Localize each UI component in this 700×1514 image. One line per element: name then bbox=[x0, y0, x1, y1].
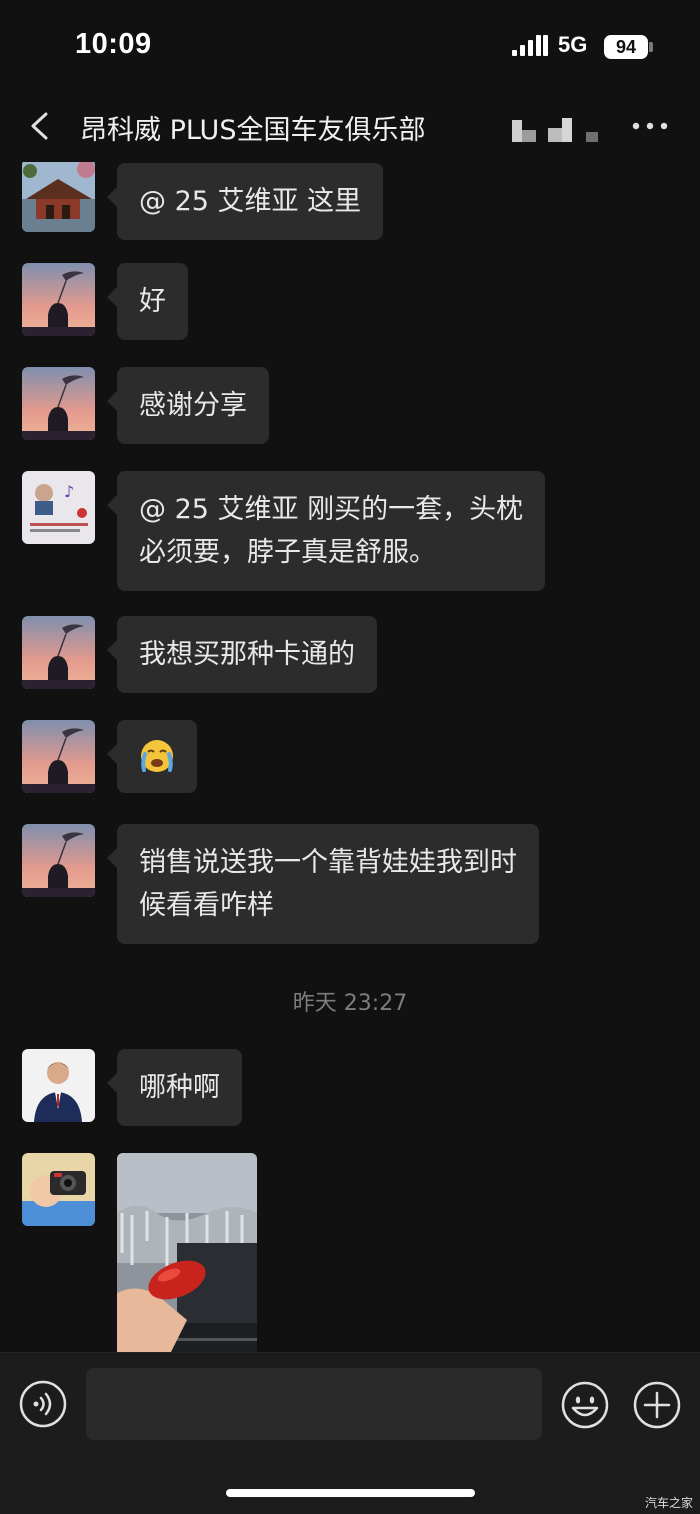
message-input[interactable] bbox=[86, 1368, 542, 1440]
status-time: 10:09 bbox=[75, 28, 152, 60]
message-bubble[interactable]: 好 bbox=[107, 263, 188, 340]
businessman-avatar[interactable] bbox=[22, 1049, 95, 1122]
message-text-line: 候看看咋样 bbox=[139, 890, 274, 921]
silhouette-sunset-avatar[interactable] bbox=[22, 720, 95, 793]
battery-nub bbox=[649, 42, 653, 52]
message-bubble[interactable]: @ 25 艾维亚 这里 bbox=[106, 163, 384, 240]
message-text: 感谢分享 bbox=[139, 390, 247, 421]
message-text: 哪种啊 bbox=[139, 1072, 220, 1103]
silhouette-sunset-avatar[interactable] bbox=[22, 263, 95, 336]
message-text-line: @ 25 艾维亚 刚买的一套，头枕 bbox=[139, 494, 524, 525]
pagoda-avatar[interactable] bbox=[22, 162, 95, 232]
battery-level: 94 bbox=[604, 35, 648, 59]
status-bar: 10:09 5G 94 bbox=[0, 0, 700, 90]
chevron-left-icon[interactable] bbox=[22, 106, 58, 146]
message-text-line: 销售说送我一个靠背娃娃我到时 bbox=[139, 847, 517, 878]
chat-title: 昂科威 PLUS全国车友俱乐部 bbox=[80, 115, 426, 146]
message-bubble[interactable]: 感谢分享 bbox=[107, 367, 269, 444]
more-dots-icon[interactable] bbox=[630, 114, 670, 138]
redacted-mosaic bbox=[512, 118, 598, 142]
timestamp: 昨天 23:27 bbox=[292, 991, 408, 1016]
chat-header: 昂科威 PLUS全国车友俱乐部 bbox=[0, 90, 700, 162]
message-list[interactable]: @ 25 艾维亚 这里 好 感谢分享 ♪ @ 25 艾维亚 刚买的一套，头枕 必… bbox=[0, 162, 700, 1352]
home-indicator[interactable] bbox=[226, 1489, 475, 1497]
message-bubble[interactable] bbox=[107, 720, 197, 793]
svg-text:♪: ♪ bbox=[64, 482, 74, 501]
plus-icon[interactable] bbox=[632, 1380, 682, 1430]
message-bubble[interactable]: 哪种啊 bbox=[107, 1049, 242, 1126]
silhouette-sunset-avatar[interactable] bbox=[22, 367, 95, 440]
crying-face-icon bbox=[141, 740, 173, 772]
emoji-icon[interactable] bbox=[560, 1380, 610, 1430]
message-text: 我想买那种卡通的 bbox=[139, 639, 355, 670]
voice-icon[interactable] bbox=[19, 1380, 67, 1428]
message-text-line: 必须要，脖子真是舒服。 bbox=[139, 537, 436, 568]
signal-strength-icon bbox=[512, 35, 548, 56]
message-text: @ 25 艾维亚 这里 bbox=[139, 186, 362, 217]
message-bubble[interactable]: 我想买那种卡通的 bbox=[107, 616, 377, 693]
silhouette-sunset-avatar[interactable] bbox=[22, 616, 95, 689]
message-text: 好 bbox=[139, 286, 166, 317]
sticker-photo-avatar[interactable]: ♪ bbox=[22, 471, 95, 544]
silhouette-sunset-avatar[interactable] bbox=[22, 824, 95, 897]
network-type: 5G bbox=[558, 32, 588, 57]
car-window-cleaning-photo[interactable] bbox=[117, 1153, 257, 1352]
watermark: 汽车之家 bbox=[645, 1496, 694, 1510]
cartoon-camera-avatar[interactable] bbox=[22, 1153, 95, 1226]
message-bubble[interactable]: @ 25 艾维亚 刚买的一套，头枕 必须要，脖子真是舒服。 bbox=[106, 471, 546, 591]
message-bubble[interactable]: 销售说送我一个靠背娃娃我到时 候看看咋样 bbox=[107, 824, 539, 944]
